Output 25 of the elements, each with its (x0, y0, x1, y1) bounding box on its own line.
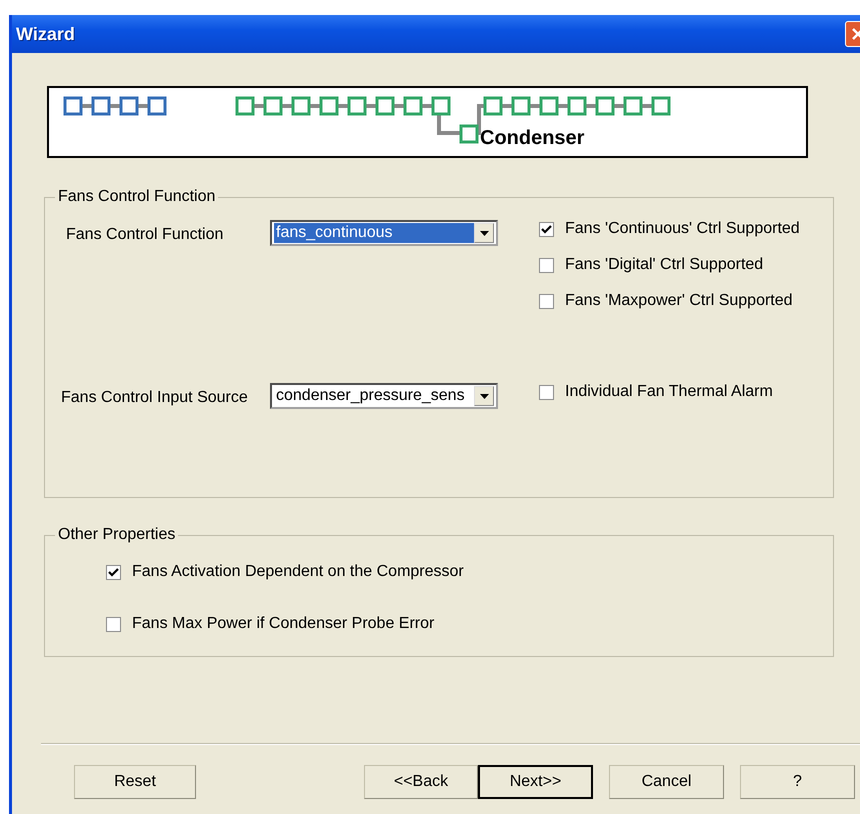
dialog-button[interactable]: Reset (74, 765, 196, 799)
checkbox[interactable] (106, 616, 121, 632)
checkbox-label: Fans 'Continuous' Ctrl Supported (565, 220, 800, 238)
field-label: Fans Control Input Source (60, 388, 249, 407)
checkbox[interactable] (539, 258, 554, 272)
dialog-button[interactable]: Next>> (478, 765, 593, 799)
dialog-button[interactable]: <<Back (364, 765, 478, 799)
dropdown[interactable]: fans_continuous (270, 220, 498, 246)
dialog-button[interactable]: ? (740, 765, 855, 799)
checkbox[interactable] (539, 384, 554, 400)
step-label: Condenser (480, 127, 584, 149)
checkbox-label: Fans 'Maxpower' Ctrl Supported (565, 292, 793, 310)
group-title: Fans Control Function (57, 188, 216, 206)
checkbox-label: Individual Fan Thermal Alarm (565, 383, 773, 401)
checkbox-label: Fans 'Digital' Ctrl Supported (565, 256, 764, 274)
checkbox[interactable] (106, 564, 121, 580)
dialog-button[interactable]: Cancel (609, 765, 724, 799)
window-title: Wizard (16, 24, 76, 44)
checkbox[interactable] (539, 294, 554, 308)
checkbox-label: Fans Activation Dependent on the Compressor (132, 563, 464, 581)
field-label: Fans Control Function (65, 225, 224, 244)
checkbox[interactable] (539, 222, 554, 236)
dropdown[interactable]: condenser_pressure_sens (270, 383, 498, 409)
checkbox-label: Fans Max Power if Condenser Probe Error (132, 615, 434, 633)
group-title: Other Properties (57, 526, 176, 544)
